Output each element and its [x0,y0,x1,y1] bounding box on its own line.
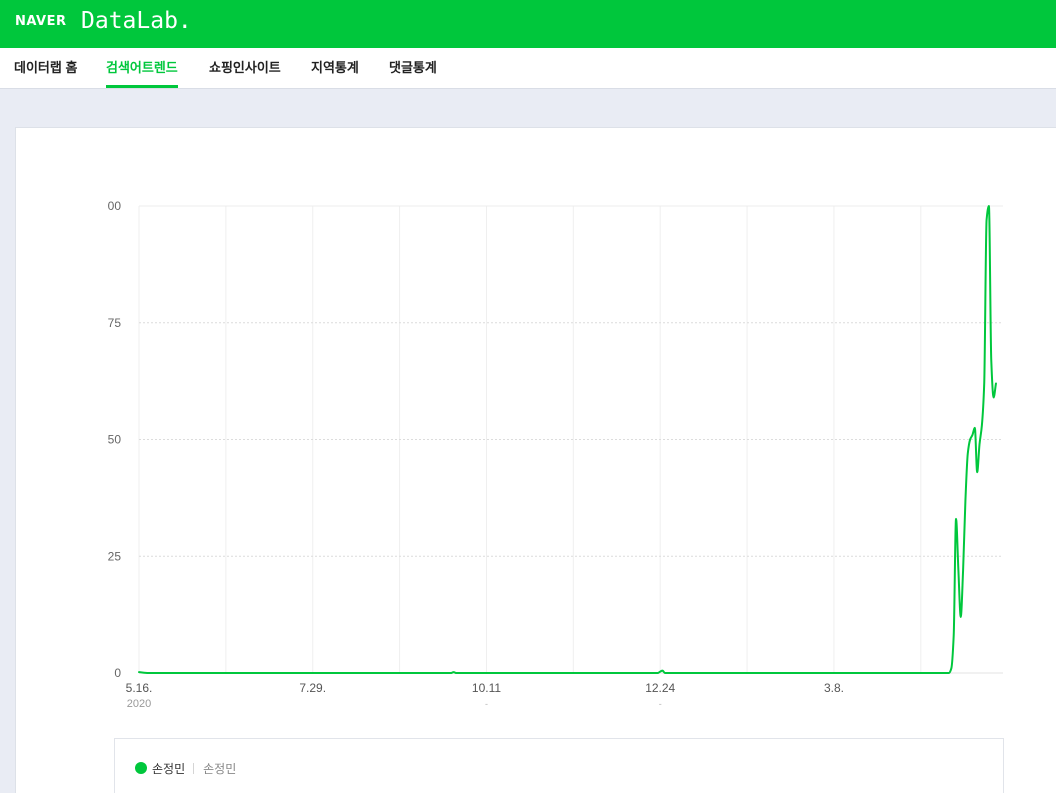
data-point [949,666,953,670]
data-point [994,381,998,385]
data-point [832,671,836,675]
data-point [137,670,141,674]
chart-legend: 손정민 손정민 [114,738,1004,793]
data-point [963,498,967,502]
data-point [982,381,986,385]
data-point [975,470,979,474]
data-point [947,671,951,675]
legend-keywords: 손정민 [203,761,237,776]
x-tick-label: 7.29. [299,681,326,695]
data-point [311,671,315,675]
data-point [571,671,575,675]
data-point [980,423,984,427]
x-tick-label: 3.8. [824,681,844,695]
x-tick-label: 12.24 [645,681,675,695]
nav-item-search-trend[interactable]: 검색어트렌드 [106,48,178,88]
legend-color-dot [135,762,147,774]
y-tick-label: 0 [114,666,121,680]
data-point [973,426,977,430]
trend-chart: 0 25 50 75 00 5.16. 2020 7.29. 10.11 - 12.24 - 3.8. [108,199,1003,710]
data-point [224,671,228,675]
nav-item-comment-stats[interactable]: 댓글통계 [389,48,437,88]
data-point [454,671,458,675]
datalab-logo[interactable]: DataLab. [81,0,192,43]
nav-item-shopping-insight[interactable]: 쇼핑인사이트 [209,48,281,88]
x-tick-sublabel: 2020 [127,698,151,710]
data-point [985,218,989,222]
data-point [966,452,970,456]
legend-series-name: 손정민 [152,761,186,776]
data-point [745,671,749,675]
chart-grid [138,205,1003,674]
y-tick-label: 50 [108,433,122,447]
legend-item[interactable]: 손정민 손정민 [135,759,236,777]
data-point [987,204,991,208]
data-point [968,438,972,442]
data-point [959,615,963,619]
data-point [919,671,923,675]
chart-card: 0 25 50 75 00 5.16. 2020 7.29. 10.11 - 12.24 - 3.8.… [15,127,1056,793]
x-tick-label: 10.11 [472,681,501,695]
x-tick-label: 5.16. [126,681,153,695]
nav-item-datalab-home[interactable]: 데이터랩 홈 [14,48,77,88]
data-point [484,671,488,675]
nav-item-regional-stats[interactable]: 지역통계 [311,48,359,88]
main-nav: 데이터랩 홈 검색어트렌드 쇼핑인사이트 지역통계 댓글통계 [0,48,1056,89]
y-tick-label: 25 [108,549,122,563]
data-point [970,433,974,437]
data-point [956,568,960,572]
data-point [961,568,965,572]
data-point [978,442,982,446]
data-point [989,358,993,362]
top-header: NAVER DataLab. [0,0,1056,48]
data-point [992,395,996,399]
naver-logo[interactable]: NAVER [15,0,67,44]
data-point [386,671,390,675]
data-point [146,671,150,675]
x-tick-sublabel: - [485,699,488,709]
legend-separator [193,762,195,774]
x-axis: 5.16. 2020 7.29. 10.11 - 12.24 - 3.8. [126,681,844,710]
data-point [663,671,667,675]
y-axis: 0 25 50 75 00 [108,199,122,680]
y-tick-label: 00 [108,199,122,213]
data-point [952,634,956,638]
data-point [954,517,958,521]
x-tick-sublabel: - [659,699,662,709]
y-tick-label: 75 [108,316,122,330]
